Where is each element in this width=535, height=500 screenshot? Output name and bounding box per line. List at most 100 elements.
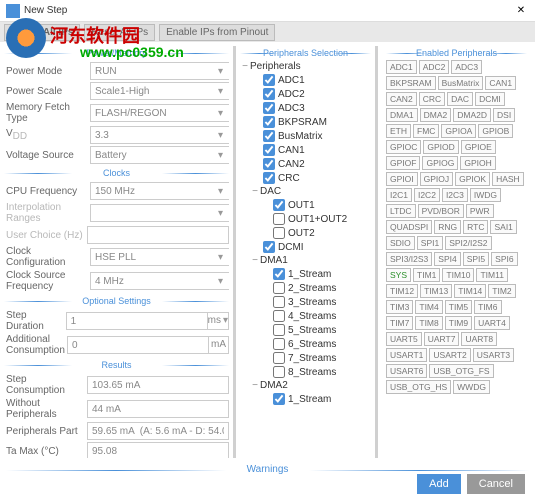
chip-ltdc[interactable]: LTDC [386,204,416,218]
tree-checkbox[interactable] [273,352,285,364]
expand-icon[interactable]: − [250,380,260,391]
chip-quadspi[interactable]: QUADSPI [386,220,432,234]
chip-dma1[interactable]: DMA1 [386,108,418,122]
chip-tim3[interactable]: TIM3 [386,300,413,314]
chip-bkpsram[interactable]: BKPSRAM [386,76,436,90]
chip-sys[interactable]: SYS [386,268,411,282]
chip-usb-otg-hs[interactable]: USB_OTG_HS [386,380,451,394]
tree-checkbox[interactable] [273,199,285,211]
power-mode-select[interactable] [90,62,229,80]
close-icon[interactable]: ✕ [513,3,529,19]
chip-gpiog[interactable]: GPIOG [422,156,458,170]
tree-checkbox[interactable] [263,130,275,142]
chip-spi2-i2s2[interactable]: SPI2/I2S2 [445,236,491,250]
tree-checkbox[interactable] [273,213,285,225]
chip-pwr[interactable]: PWR [466,204,494,218]
tree-item-dma1[interactable]: −DMA1 [240,254,371,267]
chip-usart3[interactable]: USART3 [473,348,514,362]
tree-checkbox[interactable] [263,241,275,253]
chip-dma2[interactable]: DMA2 [420,108,452,122]
cancel-button[interactable]: Cancel [467,474,525,494]
tree-item-dcmi[interactable]: DCMI [240,240,371,254]
chip-gpioi[interactable]: GPIOI [386,172,418,186]
chip-spi1[interactable]: SPI1 [417,236,443,250]
chip-i2c1[interactable]: I2C1 [386,188,412,202]
step-duration-field[interactable] [66,312,208,330]
chip-tim9[interactable]: TIM9 [445,316,472,330]
chip-rng[interactable]: RNG [434,220,461,234]
tree-item-6_streams[interactable]: 6_Streams [240,337,371,351]
tree-checkbox[interactable] [263,172,275,184]
chip-dac[interactable]: DAC [447,92,473,106]
chip-uart5[interactable]: UART5 [386,332,422,346]
tree-checkbox[interactable] [273,324,285,336]
tree-checkbox[interactable] [273,338,285,350]
chip-tim14[interactable]: TIM14 [454,284,486,298]
chip-tim2[interactable]: TIM2 [488,284,515,298]
chip-rtc[interactable]: RTC [463,220,488,234]
chip-spi3-i2s3[interactable]: SPI3/I2S3 [386,252,432,266]
chip-can2[interactable]: CAN2 [386,92,417,106]
tree-item-2_streams[interactable]: 2_Streams [240,281,371,295]
tree-checkbox[interactable] [273,268,285,280]
tree-item-dac[interactable]: −DAC [240,185,371,198]
chip-spi5[interactable]: SPI5 [463,252,489,266]
chip-sdio[interactable]: SDIO [386,236,415,250]
chip-spi6[interactable]: SPI6 [491,252,517,266]
tree-item-adc2[interactable]: ADC2 [240,87,371,101]
chip-dsi[interactable]: DSI [493,108,515,122]
tree-item-can1[interactable]: CAN1 [240,143,371,157]
clock-src-select[interactable] [90,272,229,290]
chip-adc3[interactable]: ADC3 [451,60,482,74]
chip-adc1[interactable]: ADC1 [386,60,417,74]
enable-from-pinout-button[interactable]: Enable IPs from Pinout [159,24,275,41]
tree-checkbox[interactable] [263,74,275,86]
expand-icon[interactable]: − [250,255,260,266]
chip-uart8[interactable]: UART8 [461,332,497,346]
chip-gpioa[interactable]: GPIOA [441,124,476,138]
tree-item-out1+out2[interactable]: OUT1+OUT2 [240,212,371,226]
tree-checkbox[interactable] [273,227,285,239]
chip-uart4[interactable]: UART4 [474,316,510,330]
tree-item-out2[interactable]: OUT2 [240,226,371,240]
chip-i2c2[interactable]: I2C2 [414,188,440,202]
vdd-select[interactable] [90,126,229,144]
chip-adc2[interactable]: ADC2 [419,60,450,74]
chip-gpioj[interactable]: GPIOJ [420,172,454,186]
chip-usart2[interactable]: USART2 [429,348,470,362]
step-duration-unit[interactable]: ms [208,312,229,330]
tree-item-5_streams[interactable]: 5_Streams [240,323,371,337]
tree-checkbox[interactable] [273,282,285,294]
tree-item-adc3[interactable]: ADC3 [240,101,371,115]
tree-checkbox[interactable] [273,366,285,378]
chip-tim6[interactable]: TIM6 [474,300,501,314]
chip-sai1[interactable]: SAI1 [490,220,516,234]
chip-tim10[interactable]: TIM10 [442,268,474,282]
chip-gpiob[interactable]: GPIOB [478,124,513,138]
tree-checkbox[interactable] [263,88,275,100]
tree-item-4_streams[interactable]: 4_Streams [240,309,371,323]
tree-item-peripherals[interactable]: −Peripherals [240,60,371,73]
expand-icon[interactable]: − [250,186,260,197]
tree-item-7_streams[interactable]: 7_Streams [240,351,371,365]
chip-usart1[interactable]: USART1 [386,348,427,362]
interp-select[interactable] [90,204,229,222]
tree-item-dma2[interactable]: −DMA2 [240,379,371,392]
expand-icon[interactable]: − [240,61,250,72]
tree-item-bkpsram[interactable]: BKPSRAM [240,115,371,129]
chip-busmatrix[interactable]: BusMatrix [438,76,484,90]
add-button[interactable]: Add [417,474,461,494]
tree-item-3_streams[interactable]: 3_Streams [240,295,371,309]
power-scale-select[interactable] [90,82,229,100]
chip-gpioh[interactable]: GPIOH [460,156,495,170]
tree-item-out1[interactable]: OUT1 [240,198,371,212]
tree-item-1_stream[interactable]: 1_Stream [240,392,371,406]
chip-fmc[interactable]: FMC [413,124,439,138]
tree-checkbox[interactable] [263,102,275,114]
chip-usb-otg-fs[interactable]: USB_OTG_FS [429,364,493,378]
voltage-source-select[interactable] [90,146,229,164]
chip-iwdg[interactable]: IWDG [470,188,501,202]
chip-uart7[interactable]: UART7 [424,332,460,346]
chip-usart6[interactable]: USART6 [386,364,427,378]
tree-checkbox[interactable] [273,393,285,405]
